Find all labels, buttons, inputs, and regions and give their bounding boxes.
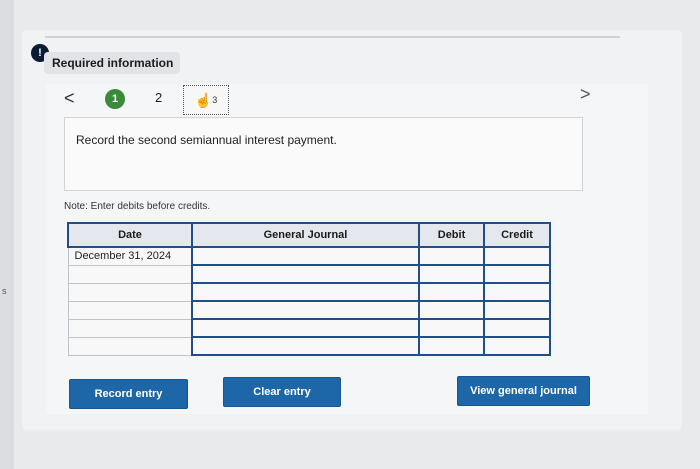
table-row bbox=[67, 300, 551, 320]
step-1-button[interactable]: 1 bbox=[105, 89, 125, 109]
account-input[interactable] bbox=[191, 246, 420, 266]
credit-input[interactable] bbox=[483, 318, 551, 338]
required-information-tab[interactable]: Required information bbox=[44, 52, 180, 74]
step-3-button[interactable]: ☝ 3 bbox=[183, 85, 229, 115]
clear-entry-button[interactable]: Clear entry bbox=[223, 377, 341, 407]
view-general-journal-button[interactable]: View general journal bbox=[457, 376, 590, 406]
date-cell: December 31, 2024 bbox=[67, 246, 193, 266]
next-arrow-icon[interactable]: > bbox=[580, 84, 591, 105]
debit-input[interactable] bbox=[418, 300, 485, 320]
debit-input[interactable] bbox=[418, 264, 485, 284]
account-input[interactable] bbox=[191, 318, 420, 338]
table-row: December 31, 2024 bbox=[67, 246, 551, 266]
debit-input[interactable] bbox=[418, 336, 485, 356]
date-cell bbox=[67, 336, 193, 356]
question-box: Record the second semiannual interest pa… bbox=[64, 117, 583, 191]
table-row bbox=[67, 318, 551, 338]
date-cell bbox=[67, 264, 193, 284]
credit-input[interactable] bbox=[483, 282, 551, 302]
hand-cursor-icon: ☝ bbox=[194, 91, 213, 108]
date-cell bbox=[67, 318, 193, 338]
account-input[interactable] bbox=[191, 264, 420, 284]
account-input[interactable] bbox=[191, 336, 420, 356]
debit-input[interactable] bbox=[418, 282, 485, 302]
header-debit: Debit bbox=[418, 222, 485, 248]
header-date: Date bbox=[67, 222, 193, 248]
question-text: Record the second semiannual interest pa… bbox=[76, 133, 337, 147]
date-cell bbox=[67, 282, 193, 302]
header-general-journal: General Journal bbox=[191, 222, 420, 248]
prev-arrow-icon[interactable]: < bbox=[64, 88, 75, 109]
step-2-button[interactable]: 2 bbox=[155, 90, 162, 105]
note-text: Note: Enter debits before credits. bbox=[64, 201, 211, 212]
debit-input[interactable] bbox=[418, 318, 485, 338]
journal-table: Date General Journal Debit Credit Decemb… bbox=[67, 222, 551, 356]
account-input[interactable] bbox=[191, 282, 420, 302]
left-margin-mark: s bbox=[2, 286, 7, 296]
credit-input[interactable] bbox=[483, 300, 551, 320]
record-entry-button[interactable]: Record entry bbox=[69, 379, 188, 409]
table-row bbox=[67, 264, 551, 284]
table-row bbox=[67, 336, 551, 356]
divider bbox=[45, 36, 620, 38]
table-row bbox=[67, 282, 551, 302]
credit-input[interactable] bbox=[483, 246, 551, 266]
date-cell bbox=[67, 300, 193, 320]
header-credit: Credit bbox=[483, 222, 551, 248]
debit-input[interactable] bbox=[418, 246, 485, 266]
left-margin: s bbox=[0, 0, 14, 469]
account-input[interactable] bbox=[191, 300, 420, 320]
credit-input[interactable] bbox=[483, 336, 551, 356]
credit-input[interactable] bbox=[483, 264, 551, 284]
step-3-label: 3 bbox=[212, 95, 218, 105]
table-header-row: Date General Journal Debit Credit bbox=[67, 222, 551, 248]
